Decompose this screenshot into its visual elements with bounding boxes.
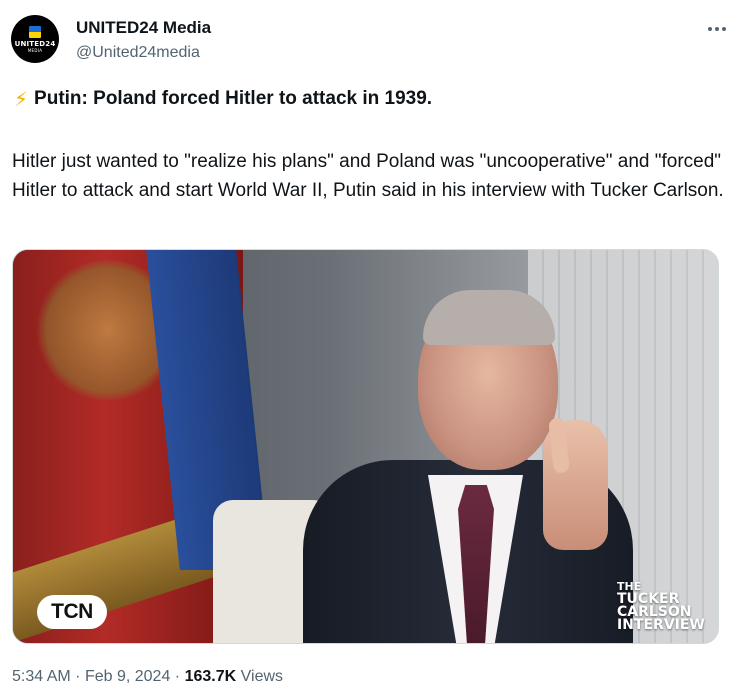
avatar[interactable]: UNITED24 MEDIA — [11, 15, 59, 63]
post-date[interactable]: Feb 9, 2024 — [85, 668, 170, 685]
post-image[interactable]: TCN THE TUCKER CARLSON INTERVIEW — [12, 249, 719, 644]
person-hair — [423, 290, 555, 345]
avatar-logo-text: UNITED24 — [14, 39, 56, 48]
post-metadata: 5:34 AM · Feb 9, 2024 · 163.7K Views — [12, 666, 283, 688]
more-options-icon[interactable] — [704, 16, 730, 42]
ukraine-flag-icon — [29, 25, 41, 38]
watermark-line-4: INTERVIEW — [617, 617, 705, 633]
post-body: Hitler just wanted to "realize his plans… — [12, 151, 724, 201]
tcn-logo-badge: TCN — [37, 595, 107, 629]
author-handle[interactable]: @United24media — [76, 42, 200, 64]
meta-separator: · — [174, 668, 181, 685]
author-display-name[interactable]: UNITED24 Media — [76, 17, 211, 39]
avatar-logo-subtext: MEDIA — [27, 47, 43, 53]
post-headline: Putin: Poland forced Hitler to attack in… — [34, 88, 433, 109]
lightning-bolt-icon: ⚡ — [14, 87, 29, 111]
tucker-carlson-interview-watermark: THE TUCKER CARLSON INTERVIEW — [617, 580, 713, 632]
views-count: 163.7K — [184, 668, 237, 685]
post-headline-row: ⚡ Putin: Poland forced Hitler to attack … — [14, 86, 432, 112]
meta-separator: · — [75, 668, 81, 685]
tweet: UNITED24 MEDIA UNITED24 Media @United24m… — [0, 0, 752, 691]
post-time[interactable]: 5:34 AM — [12, 668, 71, 685]
views-label: Views — [240, 668, 284, 685]
